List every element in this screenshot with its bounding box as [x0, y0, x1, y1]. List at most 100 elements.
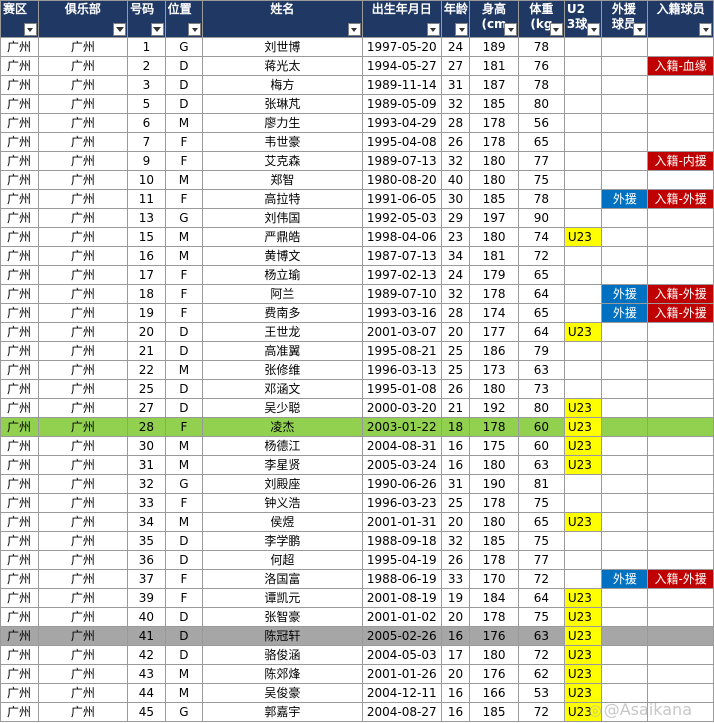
cell-club[interactable]: 广州: [37, 493, 129, 513]
cell-dob[interactable]: 1995-01-08: [361, 379, 442, 399]
cell-club[interactable]: 广州: [37, 474, 129, 494]
table-row[interactable]: 广州 广州 11 F 高拉特 1991-06-05 30 185 78 外援 入籍-外援: [0, 189, 714, 209]
table-row[interactable]: 广州 广州 22 M 张修维 1996-03-13 25 173 63: [0, 360, 714, 380]
cell-region[interactable]: 广州: [0, 550, 39, 570]
cell-foreign[interactable]: [601, 550, 649, 570]
cell-club[interactable]: 广州: [37, 170, 129, 190]
cell-position[interactable]: M: [164, 170, 204, 190]
cell-naturalized[interactable]: [647, 379, 714, 399]
cell-region[interactable]: 广州: [0, 75, 39, 95]
cell-region[interactable]: 广州: [0, 94, 39, 114]
cell-age[interactable]: 26: [440, 379, 471, 399]
cell-age[interactable]: 32: [440, 151, 471, 171]
cell-weight[interactable]: 72: [518, 246, 565, 266]
cell-club[interactable]: 广州: [37, 683, 129, 703]
cell-club[interactable]: 广州: [37, 569, 129, 589]
cell-naturalized[interactable]: 入籍-外援: [647, 189, 714, 209]
cell-club[interactable]: 广州: [37, 75, 129, 95]
cell-number[interactable]: 7: [127, 132, 166, 152]
cell-weight[interactable]: 77: [518, 550, 565, 570]
cell-number[interactable]: 16: [127, 246, 166, 266]
cell-position[interactable]: F: [164, 588, 204, 608]
cell-weight[interactable]: 80: [518, 94, 565, 114]
cell-foreign[interactable]: [601, 341, 649, 361]
cell-naturalized[interactable]: 入籍-外援: [647, 303, 714, 323]
cell-age[interactable]: 34: [440, 246, 471, 266]
table-row[interactable]: 广州 广州 37 F 洛国富 1988-06-19 33 170 72 外援 入籍-外援: [0, 569, 714, 589]
cell-height[interactable]: 177: [469, 322, 520, 342]
cell-naturalized[interactable]: [647, 512, 714, 532]
cell-dob[interactable]: 2001-01-26: [361, 664, 442, 684]
cell-age[interactable]: 24: [440, 37, 471, 57]
cell-u23[interactable]: [563, 56, 603, 76]
cell-foreign[interactable]: [601, 512, 649, 532]
cell-naturalized[interactable]: [647, 360, 714, 380]
cell-naturalized[interactable]: [647, 170, 714, 190]
cell-name[interactable]: 陈郊烽: [202, 664, 363, 684]
cell-age[interactable]: 20: [440, 512, 471, 532]
cell-u23[interactable]: [563, 75, 603, 95]
cell-name[interactable]: 钟义浩: [202, 493, 363, 513]
cell-dob[interactable]: 1989-07-13: [361, 151, 442, 171]
cell-u23[interactable]: U23: [563, 626, 603, 646]
filter-dropdown-age[interactable]: [455, 23, 469, 36]
cell-foreign[interactable]: [601, 322, 649, 342]
cell-position[interactable]: M: [164, 455, 204, 475]
cell-naturalized[interactable]: [647, 37, 714, 57]
cell-age[interactable]: 31: [440, 75, 471, 95]
cell-position[interactable]: G: [164, 208, 204, 228]
cell-region[interactable]: 广州: [0, 341, 39, 361]
cell-weight[interactable]: 76: [518, 56, 565, 76]
cell-u23[interactable]: [563, 550, 603, 570]
cell-weight[interactable]: 79: [518, 341, 565, 361]
cell-age[interactable]: 32: [440, 284, 471, 304]
cell-weight[interactable]: 56: [518, 113, 565, 133]
cell-club[interactable]: 广州: [37, 284, 129, 304]
cell-region[interactable]: 广州: [0, 645, 39, 665]
cell-weight[interactable]: 72: [518, 569, 565, 589]
cell-club[interactable]: 广州: [37, 607, 129, 627]
cell-name[interactable]: 吴俊豪: [202, 683, 363, 703]
cell-height[interactable]: 180: [469, 151, 520, 171]
cell-age[interactable]: 28: [440, 113, 471, 133]
cell-dob[interactable]: 1997-05-20: [361, 37, 442, 57]
cell-dob[interactable]: 2001-03-07: [361, 322, 442, 342]
cell-number[interactable]: 11: [127, 189, 166, 209]
cell-region[interactable]: 广州: [0, 512, 39, 532]
cell-foreign[interactable]: [601, 626, 649, 646]
cell-number[interactable]: 33: [127, 493, 166, 513]
cell-region[interactable]: 广州: [0, 569, 39, 589]
cell-region[interactable]: 广州: [0, 683, 39, 703]
cell-region[interactable]: 广州: [0, 626, 39, 646]
cell-dob[interactable]: 1995-04-08: [361, 132, 442, 152]
cell-weight[interactable]: 75: [518, 493, 565, 513]
cell-region[interactable]: 广州: [0, 132, 39, 152]
cell-dob[interactable]: 2001-01-02: [361, 607, 442, 627]
cell-region[interactable]: 广州: [0, 208, 39, 228]
cell-dob[interactable]: 2004-12-11: [361, 683, 442, 703]
cell-age[interactable]: 16: [440, 436, 471, 456]
table-row[interactable]: 广州 广州 34 M 侯煜 2001-01-31 20 180 65 U23: [0, 512, 714, 532]
cell-u23[interactable]: [563, 493, 603, 513]
cell-naturalized[interactable]: [647, 626, 714, 646]
cell-club[interactable]: 广州: [37, 702, 129, 722]
cell-region[interactable]: 广州: [0, 607, 39, 627]
cell-number[interactable]: 27: [127, 398, 166, 418]
cell-naturalized[interactable]: [647, 132, 714, 152]
table-row[interactable]: 广州 广州 10 M 郑智 1980-08-20 40 180 75: [0, 170, 714, 190]
cell-naturalized[interactable]: [647, 702, 714, 722]
cell-age[interactable]: 27: [440, 56, 471, 76]
cell-number[interactable]: 44: [127, 683, 166, 703]
cell-region[interactable]: 广州: [0, 531, 39, 551]
cell-position[interactable]: D: [164, 56, 204, 76]
cell-foreign[interactable]: [601, 113, 649, 133]
cell-naturalized[interactable]: [647, 341, 714, 361]
cell-weight[interactable]: 78: [518, 37, 565, 57]
cell-height[interactable]: 190: [469, 474, 520, 494]
table-row[interactable]: 广州 广州 40 D 张智豪 2001-01-02 20 178 75 U23: [0, 607, 714, 627]
cell-position[interactable]: M: [164, 360, 204, 380]
cell-club[interactable]: 广州: [37, 455, 129, 475]
cell-number[interactable]: 1: [127, 37, 166, 57]
cell-weight[interactable]: 78: [518, 75, 565, 95]
cell-foreign[interactable]: [601, 246, 649, 266]
